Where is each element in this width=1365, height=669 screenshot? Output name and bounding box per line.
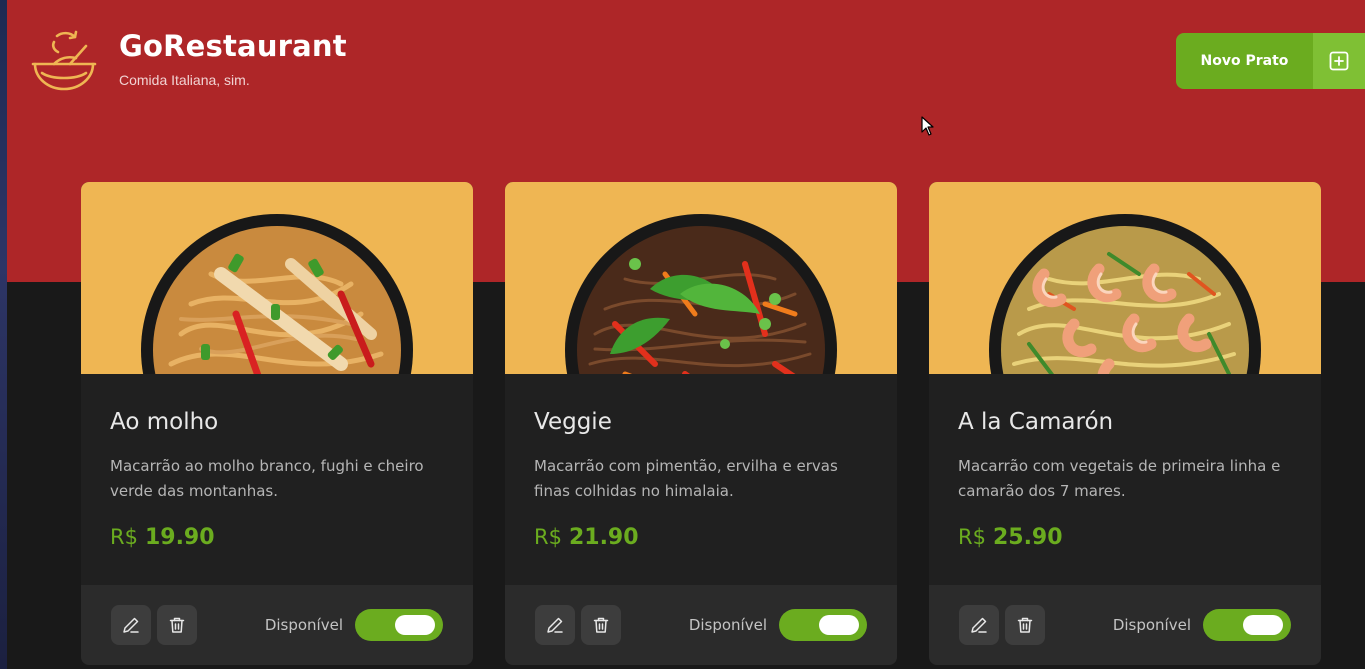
brand: GoRestaurant Comida Italiana, sim.	[30, 28, 347, 94]
app-title: GoRestaurant	[119, 29, 347, 63]
edit-dish-button[interactable]	[111, 605, 151, 645]
dish-photo-ao-molho	[141, 214, 413, 374]
mouse-cursor-icon	[921, 116, 934, 136]
price-currency: R$	[110, 525, 138, 549]
dish-name: Veggie	[534, 409, 612, 435]
dish-image	[505, 182, 897, 374]
dish-card: A la Camarón Macarrão com vegetais de pr…	[929, 182, 1321, 665]
dish-photo-veggie	[565, 214, 837, 374]
availability-toggle[interactable]	[355, 609, 443, 641]
dish-photo-a-la-camaron	[989, 214, 1261, 374]
dish-price: R$ 19.90	[110, 525, 444, 550]
dish-description: Macarrão com pimentão, ervilha e ervas f…	[534, 457, 838, 500]
dish-image	[81, 182, 473, 374]
dish-image	[929, 182, 1321, 374]
window-edge	[0, 0, 7, 669]
pencil-icon	[547, 617, 563, 633]
toggle-knob	[1243, 615, 1283, 635]
pencil-icon	[123, 617, 139, 633]
dish-name: Ao molho	[110, 409, 219, 435]
dish-card: Ao molho Macarrão ao molho branco, fughi…	[81, 182, 473, 665]
availability: Disponível	[265, 609, 443, 641]
availability-toggle[interactable]	[779, 609, 867, 641]
dish-card-footer: Disponível	[81, 585, 473, 665]
bowl-logo-icon	[31, 30, 97, 91]
app-subtitle: Comida Italiana, sim.	[119, 72, 250, 88]
new-dish-button-label: Novo Prato	[1176, 33, 1313, 89]
edit-dish-button[interactable]	[535, 605, 575, 645]
dish-card: Veggie Macarrão com pimentão, ervilha e …	[505, 182, 897, 665]
trash-icon	[593, 617, 609, 633]
dish-card-footer: Disponível	[505, 585, 897, 665]
price-currency: R$	[534, 525, 562, 549]
toggle-knob	[395, 615, 435, 635]
dish-card-footer: Disponível	[929, 585, 1321, 665]
dish-description: Macarrão ao molho branco, fughi e cheiro…	[110, 457, 424, 500]
availability-label: Disponível	[1112, 616, 1191, 634]
dish-description: Macarrão com vegetais de primeira linha …	[958, 457, 1281, 500]
availability: Disponível	[689, 609, 867, 641]
delete-dish-button[interactable]	[581, 605, 621, 645]
dish-name: A la Camarón	[958, 409, 1114, 435]
trash-icon	[169, 617, 185, 633]
availability: Disponível	[1113, 609, 1291, 641]
pencil-icon	[971, 617, 987, 633]
new-dish-button[interactable]: Novo Prato	[1176, 33, 1365, 89]
price-value: 19.90	[144, 525, 215, 550]
edit-dish-button[interactable]	[959, 605, 999, 645]
dish-price: R$ 21.90	[534, 525, 868, 550]
plus-square-icon	[1313, 33, 1365, 89]
delete-dish-button[interactable]	[1005, 605, 1045, 645]
price-value: 21.90	[568, 525, 639, 550]
dish-price: R$ 25.90	[958, 525, 1292, 550]
dish-list: Ao molho Macarrão ao molho branco, fughi…	[81, 182, 1321, 665]
trash-icon	[1017, 617, 1033, 633]
availability-label: Disponível	[688, 616, 767, 634]
price-currency: R$	[958, 525, 986, 549]
availability-toggle[interactable]	[1203, 609, 1291, 641]
delete-dish-button[interactable]	[157, 605, 197, 645]
price-value: 25.90	[992, 525, 1063, 550]
availability-label: Disponível	[264, 616, 343, 634]
toggle-knob	[819, 615, 859, 635]
